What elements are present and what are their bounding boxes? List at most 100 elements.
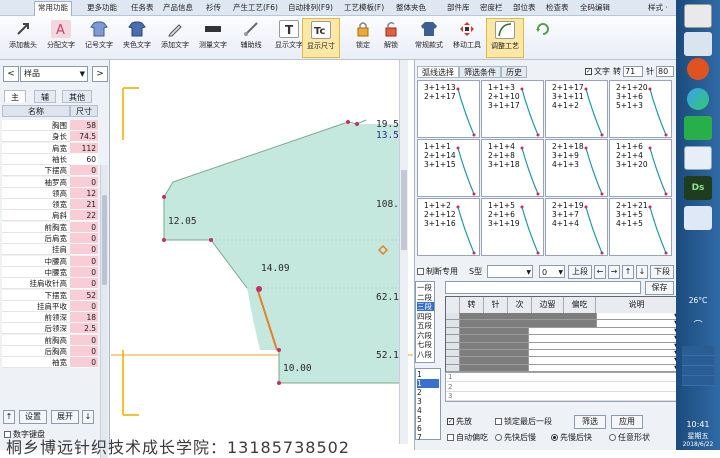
size-row[interactable]: 挂肩收针高 0 (2, 278, 98, 290)
iqiyi-icon[interactable] (684, 116, 712, 140)
text-toggle[interactable]: ✓ 文字 转 71 针 80 (585, 65, 674, 78)
curve-option-cell[interactable]: 1+1+4 2+1+8 3+1+18 (481, 139, 544, 197)
bottom-row[interactable]: 1 (446, 373, 678, 382)
tab-other[interactable]: 其他 (62, 90, 92, 103)
size-value[interactable]: 0 (70, 255, 98, 267)
size-row[interactable]: 肩斜 22 (2, 210, 98, 222)
special-cut-checkbox[interactable] (417, 268, 424, 275)
chevron-down-icon[interactable]: ▼ (528, 350, 678, 357)
size-value[interactable]: 18 (70, 312, 98, 324)
size-row[interactable]: 中腰宽 0 (2, 266, 98, 278)
segment-item[interactable]: 一段 (417, 283, 434, 292)
menu-part-table[interactable]: 部位表 (510, 2, 539, 14)
menu-overall-color[interactable]: 整体夹色 (393, 2, 429, 14)
size-value[interactable]: 0 (70, 244, 98, 256)
lock-last-checkbox[interactable] (495, 418, 502, 425)
grid-row[interactable]: ▼ (446, 357, 678, 365)
bottom-row[interactable]: 2 (446, 383, 678, 392)
move-up-button[interactable]: ↑ (3, 410, 15, 424)
segment-note-input[interactable] (445, 281, 641, 294)
segment-item[interactable]: 六段 (417, 331, 434, 340)
radio-button[interactable] (495, 434, 502, 441)
lock-last-toggle[interactable]: 锁定最后一段 (495, 415, 552, 428)
computer-icon[interactable] (684, 4, 712, 28)
expand-button[interactable]: 展开 (51, 410, 79, 424)
menu-process-template[interactable]: 工艺模板(F) (341, 2, 387, 14)
size-value[interactable]: 12 (70, 187, 98, 199)
refresh-tool[interactable] (524, 18, 562, 58)
size-value[interactable]: 22 (70, 210, 98, 222)
radio-any-shape[interactable]: 任意形状 (609, 431, 650, 444)
curve-option-cell[interactable]: 2+1+18 3+1+9 4+1+3 (545, 139, 608, 197)
control-point[interactable] (346, 120, 350, 124)
chevron-down-icon[interactable]: ▼ (596, 320, 678, 327)
size-row[interactable]: 袖罗高 0 (2, 176, 98, 188)
step-list-item[interactable]: 6 (417, 424, 439, 433)
radio-slow-fast[interactable]: 先慢后快 (551, 431, 592, 444)
grid-row[interactable]: ▼ (446, 327, 678, 336)
chevron-down-icon[interactable]: ▼ (528, 342, 678, 349)
menu-more-functions[interactable]: 更多功能 (84, 2, 120, 14)
tab-main[interactable]: 主 (4, 90, 26, 103)
prev-segment-button[interactable]: 上段 (568, 265, 592, 279)
size-value[interactable]: 0 (70, 221, 98, 233)
s-type-select[interactable]: ▼ (487, 265, 533, 278)
text-checkbox[interactable]: ✓ (585, 68, 592, 75)
segment-item[interactable]: 七段 (417, 340, 434, 349)
filter-button[interactable]: 筛选 (574, 415, 606, 429)
auto-offset-checkbox[interactable] (447, 434, 454, 441)
size-value[interactable]: 0 (70, 357, 98, 369)
next-sample-button[interactable]: > (92, 66, 108, 82)
menu-shan-chuan[interactable]: 衫传 (203, 2, 224, 14)
chevron-down-icon[interactable]: ▼ (528, 327, 678, 335)
menu-common-functions[interactable]: 常用功能 (34, 1, 72, 16)
arrow-up-icon[interactable]: ↑ (622, 265, 634, 279)
step-list-item[interactable]: 2 (417, 388, 439, 397)
pattern-canvas[interactable]: 19.5 13.5 108. 12.05 14.09 62.1 52.1 10.… (111, 60, 413, 450)
first-release-toggle[interactable]: ✓ 先放 (447, 415, 472, 428)
mark-text-tool[interactable]: 记号文字 (80, 18, 118, 58)
arrow-right-icon[interactable]: → (608, 265, 620, 279)
size-value[interactable]: 58 (70, 120, 98, 131)
curve-option-cell[interactable]: 1+1+2 2+1+12 3+1+16 (417, 198, 480, 256)
size-row[interactable]: 领宽 21 (2, 199, 98, 211)
size-row[interactable]: 中腰高 0 (2, 255, 98, 267)
menu-full-size-edit[interactable]: 全码编辑 (577, 2, 613, 14)
stitch-input[interactable]: 80 (656, 66, 674, 77)
move-down-button[interactable]: ↓ (82, 410, 94, 424)
assign-text-tool[interactable]: A 分配文字 (42, 18, 80, 58)
bottom-grid[interactable]: 123 (445, 372, 678, 402)
apply-button[interactable]: 应用 (611, 415, 643, 429)
regular-style-tool[interactable]: 常规款式 (410, 18, 448, 58)
radio-button-selected[interactable] (551, 434, 558, 441)
curve-option-cell[interactable]: 2+1+21 3+1+5 4+1+5 (609, 198, 672, 256)
step-list-item[interactable]: 7 (417, 433, 439, 442)
step-list-item[interactable]: 1 (417, 370, 439, 379)
size-value[interactable]: 0 (70, 165, 98, 177)
video-player-icon[interactable] (687, 88, 709, 110)
segment-item[interactable]: 四段 (417, 312, 434, 321)
size-value[interactable]: 2.5 (70, 323, 98, 335)
auto-offset-toggle[interactable]: 自动偏吃 (447, 431, 488, 444)
size-row[interactable]: 挂肩平收 0 (2, 300, 98, 312)
number-select[interactable]: 0 ▼ (539, 265, 565, 278)
control-point[interactable] (209, 238, 213, 242)
adjust-process-tool[interactable]: 调整工艺 (486, 18, 524, 58)
menu-generate-process[interactable]: 产生工艺(F6) (230, 2, 281, 14)
grid-row[interactable]: ▼ (446, 342, 678, 350)
arrow-down-icon[interactable]: ↓ (636, 265, 648, 279)
chevron-down-icon[interactable]: ▼ (528, 335, 678, 342)
chevron-down-icon[interactable]: ▼ (528, 364, 678, 372)
drawing-app-icon[interactable] (684, 206, 712, 230)
browser-icon[interactable] (687, 58, 709, 80)
radio-button[interactable] (609, 434, 616, 441)
color-text-tool[interactable]: 夹色文字 (118, 18, 156, 58)
menu-part-library[interactable]: 部件库 (444, 2, 473, 14)
size-row[interactable]: 袖长 60 (2, 153, 98, 165)
size-row[interactable]: 前领深 18 (2, 312, 98, 324)
step-list-item[interactable]: 1 (417, 379, 439, 388)
segment-item[interactable]: 二段 (417, 293, 434, 302)
size-value[interactable]: 112 (70, 142, 98, 154)
tab-auxiliary[interactable]: 辅 (34, 90, 56, 103)
size-row[interactable]: 肩宽 112 (2, 142, 98, 154)
